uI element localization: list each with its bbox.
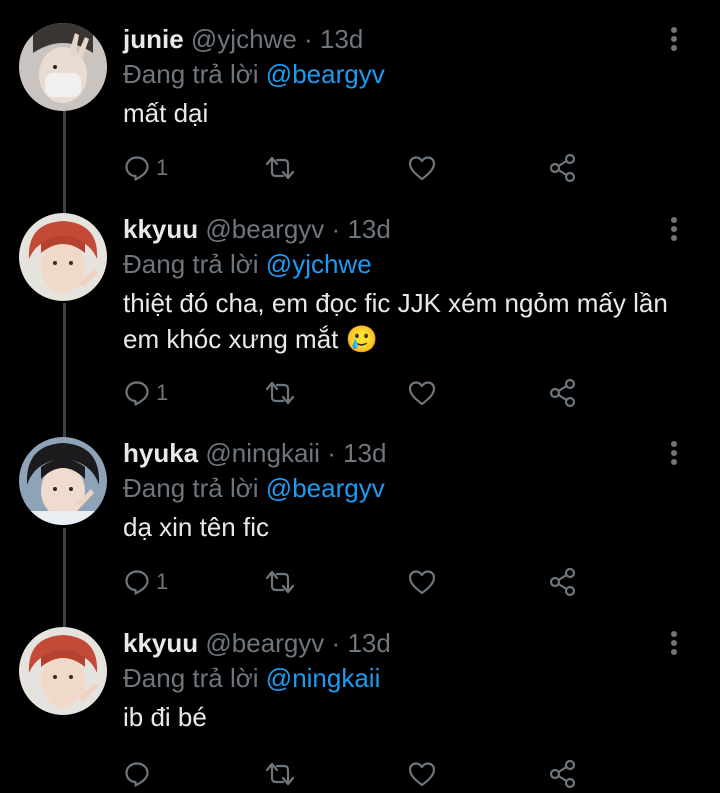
- username[interactable]: @ningkaii: [205, 438, 320, 468]
- share-icon: [549, 378, 576, 408]
- avatar-junie-icon: [19, 23, 107, 111]
- tweet-header: kkyuu @beargyv · 13d: [123, 627, 391, 659]
- reply-icon: [125, 381, 149, 406]
- tweet-actions: 1: [0, 375, 720, 411]
- more-vertical-icon: [671, 27, 677, 51]
- share-icon: [549, 759, 576, 789]
- separator: ·: [327, 438, 336, 468]
- heart-icon: [408, 570, 436, 595]
- timestamp[interactable]: 13d: [347, 214, 390, 244]
- tweet-header: hyuka @ningkaii · 13d: [123, 437, 386, 469]
- mention-link[interactable]: @ningkaii: [266, 663, 381, 693]
- avatar-hyuka-icon: [19, 437, 107, 525]
- replying-to: Đang trả lời @beargyv: [123, 472, 385, 504]
- mention-link[interactable]: @beargyv: [266, 59, 385, 89]
- like-button[interactable]: [408, 150, 436, 186]
- more-options-button[interactable]: [664, 437, 684, 469]
- share-button[interactable]: [549, 150, 577, 186]
- reply-count: 1: [156, 380, 169, 405]
- replying-to: Đang trả lời @ningkaii: [123, 662, 380, 694]
- heart-icon: [408, 381, 436, 406]
- display-name[interactable]: junie: [123, 24, 184, 54]
- like-button[interactable]: [408, 756, 436, 792]
- timestamp[interactable]: 13d: [343, 438, 386, 468]
- avatar-kkyuu-icon: [19, 627, 107, 715]
- heart-icon: [408, 762, 436, 787]
- tweet-actions: 1: [0, 564, 720, 600]
- more-options-button[interactable]: [664, 23, 684, 55]
- more-vertical-icon: [671, 631, 677, 655]
- separator: ·: [331, 628, 341, 658]
- tweet-actions: 1: [0, 150, 720, 186]
- replying-to-label: Đang trả lời: [123, 59, 259, 89]
- mention-link[interactable]: @yjchwe: [266, 249, 372, 279]
- tweet-text: thiệt đó cha, em đọc fic JJK xém ngỏm mấ…: [123, 288, 668, 354]
- share-button[interactable]: [549, 564, 577, 600]
- display-name[interactable]: kkyuu: [123, 628, 198, 658]
- heart-icon: [408, 156, 436, 181]
- tweet-header: junie @yjchwe · 13d: [123, 23, 363, 55]
- avatar[interactable]: [19, 437, 107, 525]
- tweet-actions: [0, 756, 720, 792]
- username[interactable]: @yjchwe: [191, 24, 297, 54]
- retweet-button[interactable]: [264, 150, 296, 186]
- share-icon: [549, 153, 576, 183]
- avatar[interactable]: [19, 627, 107, 715]
- tweet-text: mất dại: [123, 98, 209, 128]
- tweet-text: ib đi bé: [123, 702, 207, 732]
- mention-link[interactable]: @beargyv: [266, 473, 385, 503]
- reply-count: 1: [156, 155, 169, 180]
- retweet-button[interactable]: [264, 375, 296, 411]
- retweet-button[interactable]: [264, 564, 296, 600]
- username[interactable]: @beargyv: [205, 214, 324, 244]
- avatar[interactable]: [19, 213, 107, 301]
- username[interactable]: @beargyv: [205, 628, 324, 658]
- more-options-button[interactable]: [664, 627, 684, 659]
- share-button[interactable]: [549, 756, 577, 792]
- replying-to-label: Đang trả lời: [123, 249, 259, 279]
- retweet-icon: [265, 762, 295, 786]
- avatar[interactable]: [19, 23, 107, 111]
- retweet-icon: [265, 381, 295, 405]
- reply-icon: [125, 570, 149, 595]
- thread-line: [63, 303, 66, 438]
- timestamp[interactable]: 13d: [320, 24, 363, 54]
- retweet-button[interactable]: [264, 756, 296, 792]
- retweet-icon: [265, 570, 295, 594]
- like-button[interactable]: [408, 564, 436, 600]
- display-name[interactable]: kkyuu: [123, 214, 198, 244]
- tweet-header: kkyuu @beargyv · 13d: [123, 213, 391, 245]
- reply-icon: [125, 156, 149, 181]
- separator: ·: [304, 24, 313, 54]
- timestamp[interactable]: 13d: [347, 628, 390, 658]
- separator: ·: [331, 214, 341, 244]
- share-icon: [549, 567, 576, 597]
- avatar-kkyuu-icon: [19, 213, 107, 301]
- reply-icon: [125, 762, 149, 787]
- replying-to-label: Đang trả lời: [123, 663, 259, 693]
- more-vertical-icon: [671, 217, 677, 241]
- replying-to-label: Đang trả lời: [123, 473, 259, 503]
- more-vertical-icon: [671, 441, 677, 465]
- share-button[interactable]: [549, 375, 577, 411]
- reply-button[interactable]: 1: [124, 564, 168, 600]
- reply-button[interactable]: [124, 756, 156, 792]
- more-options-button[interactable]: [664, 213, 684, 245]
- like-button[interactable]: [408, 375, 436, 411]
- replying-to: Đang trả lời @beargyv: [123, 58, 385, 90]
- reply-button[interactable]: 1: [124, 375, 168, 411]
- replying-to: Đang trả lời @yjchwe: [123, 248, 372, 280]
- retweet-icon: [265, 156, 295, 180]
- reply-count: 1: [156, 569, 169, 594]
- display-name[interactable]: hyuka: [123, 438, 198, 468]
- reply-button[interactable]: 1: [124, 150, 168, 186]
- tweet-text: dạ xin tên fic: [123, 512, 269, 542]
